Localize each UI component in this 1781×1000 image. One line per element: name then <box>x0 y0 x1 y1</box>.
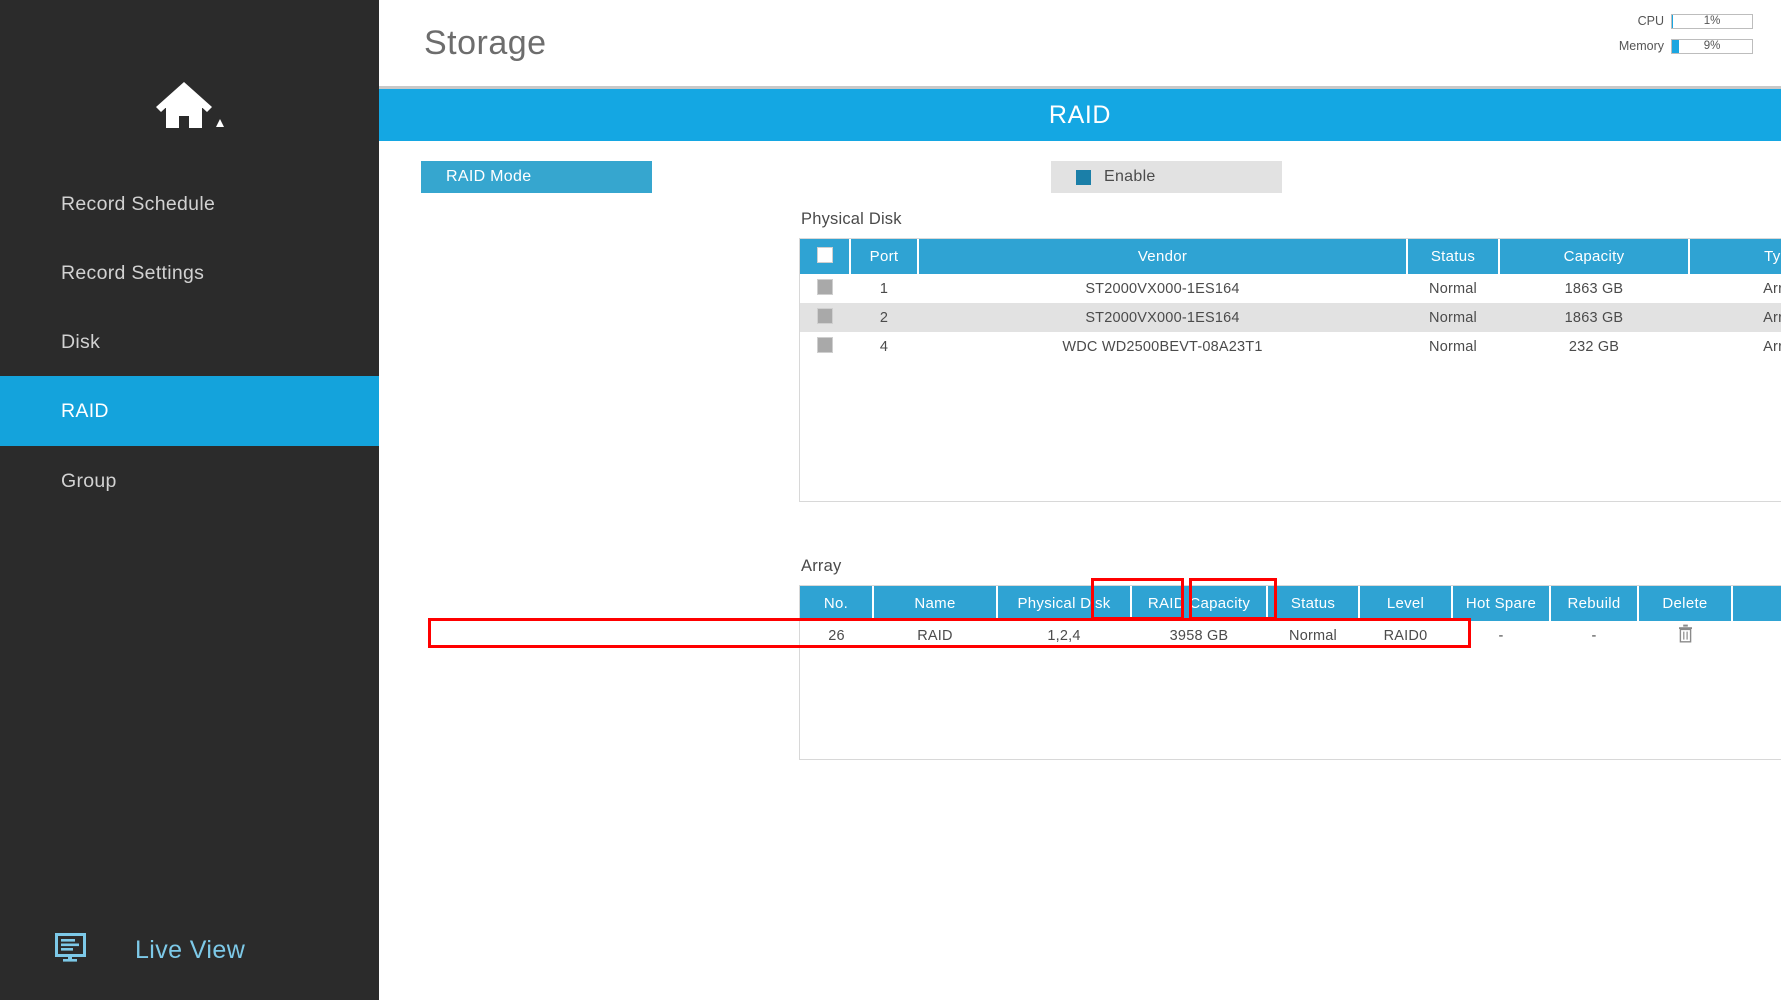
row-checkbox-cell[interactable] <box>800 332 850 361</box>
cell-status: Normal <box>1429 280 1477 297</box>
sidebar-item-record-schedule[interactable]: Record Schedule <box>0 169 379 239</box>
select-all-checkbox[interactable] <box>816 246 833 263</box>
column-header-hot-spare[interactable]: Hot Spare <box>1452 586 1551 621</box>
table-row[interactable]: 2 ST2000VX000-1ES164 Normal 1863 GB Arra… <box>800 303 1781 332</box>
column-header-task[interactable]: Task <box>1732 586 1781 621</box>
column-header-level[interactable]: Level <box>1359 586 1453 621</box>
cell-capacity: 1863 GB <box>1499 303 1689 332</box>
column-header-name[interactable]: Name <box>873 586 998 621</box>
cell-physical-disk: 1,2,4 <box>1047 627 1081 644</box>
sidebar-item-label: Record Settings <box>61 261 205 284</box>
memory-meter: Memory 9% <box>1618 36 1753 56</box>
cell-port: 4 <box>879 338 889 355</box>
page-title: Storage <box>424 24 547 62</box>
enable-toggle[interactable]: Enable <box>1051 161 1282 193</box>
cell-name: RAID <box>917 627 953 644</box>
row-checkbox-cell[interactable] <box>800 274 850 303</box>
sidebar-item-label: Disk <box>61 330 101 353</box>
memory-meter-track: 9% <box>1671 38 1753 54</box>
cell-port: 2 <box>850 303 918 332</box>
cell-raid-capacity: 3958 GB <box>1169 627 1229 644</box>
cell-delete[interactable] <box>1638 621 1732 650</box>
section-banner: RAID <box>379 89 1781 141</box>
sidebar-item-record-settings[interactable]: Record Settings <box>0 238 379 308</box>
table-row[interactable]: 26 RAID 1,2,4 3958 GB Normal RAID0 - - <box>800 621 1781 650</box>
column-header-rebuild[interactable]: Rebuild <box>1550 586 1639 621</box>
enable-label: Enable <box>1104 168 1156 185</box>
cell-type: Array <box>1689 303 1781 332</box>
home-button[interactable] <box>0 62 379 152</box>
cell-port: 1 <box>879 280 889 297</box>
cell-level: RAID0 <box>1383 627 1428 644</box>
cell-status: Normal <box>1407 303 1499 332</box>
physical-disk-table: Port Vendor Status Capacity Type Hot Spa… <box>800 239 1781 361</box>
cell-vendor: ST2000VX000-1ES164 <box>918 303 1407 332</box>
cell-capacity: 232 GB <box>1568 338 1620 355</box>
array-table: No. Name Physical Disk RAID Capacity Sta… <box>800 586 1781 650</box>
cell-status: Normal <box>1429 338 1477 355</box>
array-section-label: Array <box>801 557 842 575</box>
column-header-type[interactable]: Type <box>1689 239 1781 274</box>
cpu-value: 1% <box>1703 15 1721 27</box>
sidebar-item-group[interactable]: Group <box>0 446 379 516</box>
section-banner-title: RAID <box>1048 100 1112 129</box>
cpu-meter-track: 1% <box>1671 13 1753 29</box>
cell-hot-spare: - <box>1498 627 1504 644</box>
array-panel: No. Name Physical Disk RAID Capacity Sta… <box>799 585 1781 760</box>
cell-rebuild: - <box>1591 627 1597 644</box>
raid-mode-button[interactable]: RAID Mode <box>421 161 652 193</box>
table-header-row: Port Vendor Status Capacity Type Hot Spa… <box>800 239 1781 274</box>
cell-capacity: 1863 GB <box>1564 280 1624 297</box>
raid-mode-label: RAID Mode <box>446 168 532 185</box>
select-all-header[interactable] <box>800 239 851 274</box>
row-checkbox[interactable] <box>817 278 833 295</box>
sidebar: Record Schedule Record Settings Disk RAI… <box>0 0 379 1000</box>
sidebar-item-label: RAID <box>61 399 109 422</box>
physical-disk-section-label: Physical Disk <box>801 210 902 228</box>
column-header-physical-disk[interactable]: Physical Disk <box>997 586 1132 621</box>
cell-type: Array <box>1763 338 1781 355</box>
main-content: Storage CPU 1% Memory 9% RAID RAID Mode <box>379 0 1781 1000</box>
trash-icon[interactable] <box>1678 624 1693 647</box>
cell-type: Array <box>1763 280 1781 297</box>
cell-vendor: WDC WD2500BEVT-08A23T1 <box>1062 338 1263 355</box>
column-header-port[interactable]: Port <box>850 239 919 274</box>
monitor-icon <box>55 932 89 968</box>
cpu-meter: CPU 1% <box>1618 11 1753 31</box>
system-meters: CPU 1% Memory 9% <box>1618 11 1753 61</box>
top-bar: Storage CPU 1% Memory 9% <box>379 0 1781 89</box>
column-header-status[interactable]: Status <box>1407 239 1500 274</box>
physical-disk-panel: Port Vendor Status Capacity Type Hot Spa… <box>799 238 1781 502</box>
column-header-capacity[interactable]: Capacity <box>1499 239 1690 274</box>
table-header-row: No. Name Physical Disk RAID Capacity Sta… <box>800 586 1781 621</box>
row-checkbox[interactable] <box>817 307 833 324</box>
table-row[interactable]: 1 ST2000VX000-1ES164 Normal 1863 GB Arra… <box>800 274 1781 303</box>
column-header-no[interactable]: No. <box>800 586 874 621</box>
home-icon <box>154 78 226 136</box>
column-header-delete[interactable]: Delete <box>1638 586 1733 621</box>
sidebar-item-raid[interactable]: RAID <box>0 376 379 446</box>
column-header-raid-capacity[interactable]: RAID Capacity <box>1131 586 1268 621</box>
enable-checkbox-icon[interactable] <box>1076 169 1091 185</box>
memory-label: Memory <box>1618 39 1664 53</box>
table-row[interactable]: 4 WDC WD2500BEVT-08A23T1 Normal 232 GB A… <box>800 332 1781 361</box>
cell-vendor: ST2000VX000-1ES164 <box>1085 280 1240 297</box>
cell-no: 26 <box>828 627 845 644</box>
row-checkbox-cell[interactable] <box>800 303 850 332</box>
cpu-label: CPU <box>1637 14 1664 28</box>
live-view-label: Live View <box>135 935 246 964</box>
cell-status: Normal <box>1289 627 1337 644</box>
sidebar-item-label: Record Schedule <box>61 192 216 215</box>
row-checkbox[interactable] <box>817 336 833 353</box>
memory-value: 9% <box>1703 40 1721 52</box>
live-view-button[interactable]: Live View <box>0 915 379 985</box>
sidebar-item-disk[interactable]: Disk <box>0 307 379 377</box>
column-header-status[interactable]: Status <box>1267 586 1360 621</box>
cell-task <box>1732 621 1781 650</box>
sidebar-item-label: Group <box>61 469 117 492</box>
column-header-vendor[interactable]: Vendor <box>918 239 1408 274</box>
